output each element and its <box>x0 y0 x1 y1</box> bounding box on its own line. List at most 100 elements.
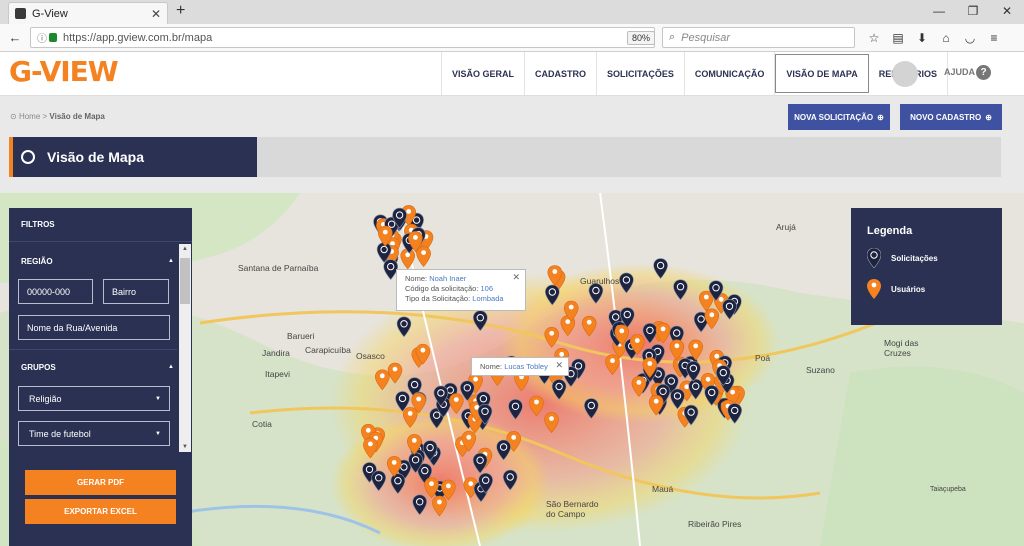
grupo-select-religiao[interactable]: Religião ▼ <box>18 386 170 411</box>
pocket-icon[interactable]: ◡ <box>958 27 982 48</box>
app-header: G-VIEW VISÃO GERAL CADASTRO SOLICITAÇÕES… <box>0 52 1024 96</box>
maximize-icon[interactable]: ❐ <box>956 0 990 22</box>
zoom-indicator[interactable]: 80% <box>627 31 656 45</box>
grupos-label[interactable]: GRUPOS <box>21 363 56 372</box>
download-icon[interactable]: ⬇ <box>910 27 934 48</box>
map-city-label: Itapevi <box>265 369 291 379</box>
url-bar[interactable]: ⓘ https://app.gview.com.br/mapa 80% ↻ <box>30 27 679 48</box>
novo-cadastro-label: NOVO CADASTRO <box>910 112 982 122</box>
popup-tipo: Lombada <box>472 294 504 303</box>
map-city-label: Jandira <box>262 348 290 358</box>
popup-codigo-label: Código da solicitação: <box>405 284 479 293</box>
browser-tab-bar: G-View ✕ + — ❐ ✕ <box>0 0 1024 24</box>
logo[interactable]: G-VIEW <box>9 55 119 88</box>
menu-cadastro[interactable]: CADASTRO <box>525 52 598 95</box>
legend-item-solicitacoes: Solicitações <box>867 248 938 268</box>
info-icon[interactable]: ⓘ <box>37 30 47 45</box>
map-city-label: Poá <box>755 353 771 363</box>
map-city-label: Guarulhos <box>580 276 620 286</box>
chevron-up-icon[interactable]: ▲ <box>168 258 174 264</box>
search-placeholder: Pesquisar <box>681 31 731 44</box>
map-city-label: Suzano <box>806 365 835 375</box>
url-text[interactable]: https://app.gview.com.br/mapa <box>63 32 212 44</box>
novo-cadastro-button[interactable]: NOVO CADASTRO ⊕ <box>900 104 1002 130</box>
popup-nome-label: Nome: <box>480 362 503 371</box>
map-legend: Legenda Solicitações Usuários <box>851 208 1002 325</box>
popup-nome: Noah Inaer <box>429 274 467 283</box>
legend-item-usuarios: Usuários <box>867 279 925 299</box>
filters-scrollbar[interactable]: ▲ ▼ <box>179 244 191 452</box>
map-city-label: Taiaçupeba <box>930 486 966 493</box>
regiao-label[interactable]: REGIÃO <box>21 257 53 266</box>
legend-title: Legenda <box>867 225 913 237</box>
street-field[interactable]: Nome da Rua/Avenida <box>18 315 170 340</box>
grupo-select-futebol[interactable]: Time de futebol ▼ <box>18 421 170 446</box>
nova-solicitacao-label: NOVA SOLICITAÇÃO <box>794 112 874 122</box>
reader-icon[interactable]: ▤ <box>886 27 910 48</box>
search-icon: ⌕ <box>669 31 676 43</box>
home-icon[interactable]: ⌂ <box>934 27 958 48</box>
grupo-select-value: Religião <box>29 393 62 404</box>
popup-tipo-label: Tipo da Solicitação: <box>405 294 471 303</box>
map-city-label: Cotia <box>252 419 272 429</box>
menu-solicitacoes[interactable]: SOLICITAÇÕES <box>597 52 685 95</box>
close-window-icon[interactable]: ✕ <box>990 0 1024 22</box>
map-city-label: São Bernardo do Campo <box>546 499 599 519</box>
browser-tab[interactable]: G-View ✕ <box>8 2 168 24</box>
map-city-label: Mogi das Cruzes <box>884 338 919 358</box>
globe-icon <box>21 150 35 164</box>
browser-search-input[interactable]: ⌕ Pesquisar <box>662 27 855 48</box>
map-city-label: Osasco <box>356 351 385 361</box>
scroll-thumb[interactable] <box>180 258 190 304</box>
exportar-excel-button[interactable]: EXPORTAR EXCEL <box>25 499 176 524</box>
filters-panel: FILTROS REGIÃO ▲ 00000-000 Bairro Nome d… <box>9 208 192 546</box>
popup-codigo: 106 <box>480 284 493 293</box>
plus-circle-icon: ⊕ <box>877 112 884 122</box>
minimize-icon[interactable]: — <box>922 0 956 22</box>
map-popup[interactable]: ✕ Nome: Noah Inaer Código da solicitação… <box>396 269 526 311</box>
scroll-up-icon[interactable]: ▲ <box>182 246 188 252</box>
tab-title: G-View <box>32 7 68 20</box>
menu-comunicacao[interactable]: COMUNICAÇÃO <box>685 52 776 95</box>
help-icon[interactable]: ? <box>976 65 991 80</box>
new-tab-icon[interactable]: + <box>176 2 185 20</box>
breadcrumb-separator: > <box>42 112 48 121</box>
close-tab-icon[interactable]: ✕ <box>151 7 161 21</box>
chevron-down-icon: ▼ <box>155 395 161 402</box>
legend-usuarios-label: Usuários <box>891 284 926 294</box>
hamburger-menu-icon[interactable]: ≡ <box>982 27 1006 48</box>
popup-nome-label: Nome: <box>405 274 428 283</box>
breadcrumb-home[interactable]: Home <box>19 112 40 121</box>
map-city-label: Arujá <box>776 222 796 232</box>
popup-nome: Lucas Tobley <box>504 362 548 371</box>
menu-visao-geral[interactable]: VISÃO GERAL <box>442 52 526 95</box>
map-city-label: Carapicuíba <box>305 345 351 355</box>
chevron-down-icon: ▼ <box>155 430 161 437</box>
favicon-icon <box>15 8 26 19</box>
help-label[interactable]: AJUDA <box>944 67 975 77</box>
main-menu: VISÃO GERAL CADASTRO SOLICITAÇÕES COMUNI… <box>441 52 949 95</box>
menu-visao-de-mapa[interactable]: VISÃO DE MAPA <box>775 54 869 93</box>
window-controls: — ❐ ✕ <box>922 0 1024 22</box>
scroll-down-icon[interactable]: ▼ <box>182 444 188 450</box>
map-popup[interactable]: ✕ Nome: Lucas Tobley <box>471 357 569 376</box>
gerar-pdf-button[interactable]: GERAR PDF <box>25 470 176 495</box>
avatar[interactable] <box>892 61 918 87</box>
legend-solicitacoes-label: Solicitações <box>891 253 938 263</box>
close-icon[interactable]: ✕ <box>555 360 563 370</box>
map-city-label: Barueri <box>287 331 315 341</box>
browser-nav-bar: ← ⓘ https://app.gview.com.br/mapa 80% ↻ … <box>0 24 1024 52</box>
page-title: Visão de Mapa <box>47 149 145 165</box>
browser-toolbar: ☆ ▤ ⬇ ⌂ ◡ ≡ <box>862 27 1006 48</box>
cep-field[interactable]: 00000-000 <box>18 279 93 304</box>
back-icon[interactable]: ← <box>4 27 26 49</box>
grupo-select-value: Time de futebol <box>29 428 91 439</box>
nova-solicitacao-button[interactable]: NOVA SOLICITAÇÃO ⊕ <box>788 104 890 130</box>
bookmark-star-icon[interactable]: ☆ <box>862 27 886 48</box>
map-city-label: Santana de Parnaíba <box>238 263 319 273</box>
page-title-box: Visão de Mapa <box>9 137 257 177</box>
breadcrumb-current: Visão de Mapa <box>49 112 105 121</box>
close-icon[interactable]: ✕ <box>512 272 520 282</box>
bairro-field[interactable]: Bairro <box>103 279 169 304</box>
chevron-up-icon[interactable]: ▲ <box>168 364 174 370</box>
